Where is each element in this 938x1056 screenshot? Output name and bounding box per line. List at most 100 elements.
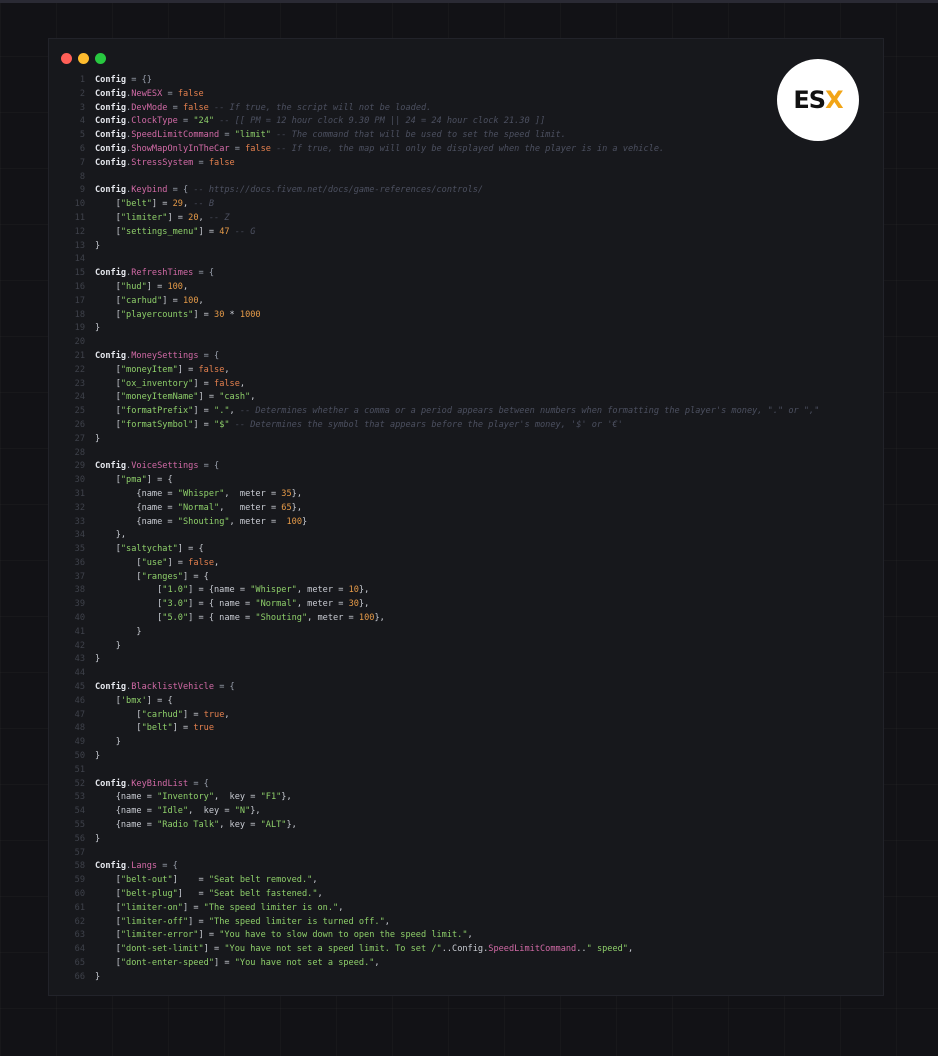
code-token: RefreshTimes (131, 268, 194, 279)
code-token: } (95, 240, 101, 251)
code-token: "saltychat" (120, 544, 178, 555)
line-number: 9 (79, 185, 85, 196)
code-token: , meter = (219, 502, 282, 513)
line-number: 20 (74, 337, 85, 348)
code-token: Config (95, 682, 127, 693)
line-number: 15 (74, 268, 85, 279)
code-token: "pma" (120, 475, 147, 486)
code-token: ] = (162, 295, 183, 306)
line-number: 44 (74, 668, 85, 679)
code-line: 10 ["belt"] = 29, -- B (59, 198, 873, 212)
code-token: [ (95, 212, 121, 223)
code-line: 45 Config.BlacklistVehicle = { (59, 681, 873, 695)
code-token: ] = { (146, 695, 173, 706)
code-token: Config (95, 157, 127, 168)
line-number: 7 (79, 157, 85, 168)
line-number: 48 (74, 723, 85, 734)
code-line: 57 (59, 847, 873, 861)
code-token: [ (95, 281, 121, 292)
code-token: ] = (172, 723, 194, 734)
code-line: 53 {name = "Inventory", key = "F1"}, (59, 791, 873, 805)
code-line: 39 ["3.0"] = { name = "Normal", meter = … (59, 598, 873, 612)
line-number: 12 (74, 226, 85, 237)
code-token: = { (193, 268, 215, 279)
code-token: Config (95, 778, 127, 789)
code-token: "Whisper" (177, 488, 225, 499)
line-number: 8 (79, 171, 85, 182)
code-token: ] = { name = (188, 613, 256, 624)
code-token: , meter = (307, 613, 359, 624)
code-line: 18 ["playercounts"] = 30 * 1000 (59, 309, 873, 323)
maximize-dot[interactable] (95, 53, 106, 64)
code-token: "5.0" (162, 613, 189, 624)
code-token: [ (95, 944, 121, 955)
line-number: 37 (74, 571, 85, 582)
code-token: {name = (95, 806, 158, 817)
code-line: 32 {name = "Normal", meter = 65}, (59, 502, 873, 516)
line-number: 66 (74, 971, 85, 982)
line-number: 60 (74, 889, 85, 900)
line-number: 64 (74, 944, 85, 955)
code-line: 66} (59, 971, 873, 985)
code-token: "limiter" (120, 212, 168, 223)
code-line: 29 Config.VoiceSettings = { (59, 460, 873, 474)
code-token: Config (95, 350, 127, 361)
code-token: Config (95, 268, 127, 279)
code-token: ] = (182, 902, 204, 913)
window-controls (61, 53, 106, 64)
code-line: 25 ["formatPrefix"] = ".", -- Determines… (59, 405, 873, 419)
line-number: 40 (74, 613, 85, 624)
code-token: ] = (198, 930, 220, 941)
code-token: -- Z (208, 212, 230, 223)
line-number: 3 (79, 102, 85, 113)
code-token: }, (281, 792, 292, 803)
code-token: [ (95, 544, 121, 555)
code-line: 54 {name = "Idle", key = "N"}, (59, 805, 873, 819)
code-token: } (95, 323, 101, 334)
code-token: }, (95, 530, 127, 541)
code-token: "limiter-off" (120, 916, 189, 927)
code-line: 22 ["moneyItem"] = false, (59, 364, 873, 378)
code-token: , (338, 902, 344, 913)
code-token: "Shouting" (177, 516, 230, 527)
code-token: 100 (182, 295, 199, 306)
line-number: 25 (74, 406, 85, 417)
line-number: 49 (74, 737, 85, 748)
code-line: 14 (59, 253, 873, 267)
code-token: Config (95, 861, 127, 872)
code-token: [ (95, 599, 163, 610)
line-number: 34 (74, 530, 85, 541)
code-token: [ (95, 392, 121, 403)
code-token: "Radio Talk" (157, 820, 220, 831)
line-number: 61 (74, 902, 85, 913)
code-token: 30 (348, 599, 359, 610)
code-line: 64 ["dont-set-limit"] = "You have not se… (59, 943, 873, 957)
minimize-dot[interactable] (78, 53, 89, 64)
code-token: = (193, 157, 209, 168)
code-token: [ (95, 557, 142, 568)
line-number: 22 (74, 364, 85, 375)
code-line: 44 (59, 667, 873, 681)
code-token: -- https://docs.fivem.net/docs/game-refe… (193, 185, 484, 196)
code-token: , (317, 889, 323, 900)
code-token: -- Determines the symbol that appears be… (234, 419, 623, 430)
code-line: 36 ["use"] = false, (59, 557, 873, 571)
code-token: , key = (188, 806, 235, 817)
code-token: [ (95, 723, 142, 734)
code-token: "ALT" (260, 820, 287, 831)
code-token: "$" (214, 419, 230, 430)
close-dot[interactable] (61, 53, 72, 64)
line-number: 52 (74, 778, 85, 789)
code-token: ] = (193, 406, 215, 417)
code-token: ] = (193, 378, 215, 389)
code-editor[interactable]: 1 Config = {} 2 Config.NewESX = false 3 Confi… (59, 74, 873, 985)
line-number: 18 (74, 309, 85, 320)
code-token: } (95, 833, 101, 844)
code-token: Config (95, 143, 127, 154)
code-line: 61 ["limiter-on"] = "The speed limiter i… (59, 902, 873, 916)
code-token: 10 (348, 585, 359, 596)
code-line: 59 ["belt-out"] = "Seat belt removed.", (59, 874, 873, 888)
code-token: [ (95, 902, 121, 913)
code-token: 29 (172, 199, 183, 210)
code-token: } (302, 516, 308, 527)
